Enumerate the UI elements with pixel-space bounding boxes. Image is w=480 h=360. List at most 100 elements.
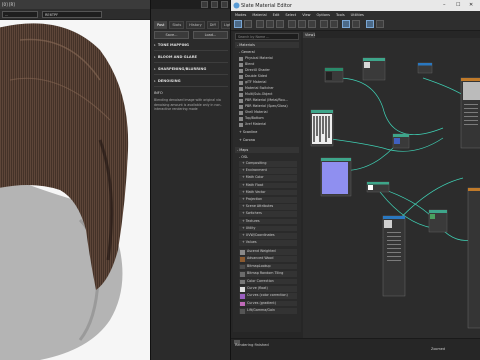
zoom-label: Zoomed	[431, 347, 446, 351]
general-material-item[interactable]: PBR Material (Spec/Gloss)	[239, 104, 297, 110]
menu-view[interactable]: View	[302, 11, 310, 18]
node-normal-map	[320, 157, 352, 197]
material-map-browser-icon[interactable]	[342, 20, 350, 28]
editor-menu-bar: Modes Material Edit Select View Options …	[231, 11, 480, 18]
editor-title: Slate Material Editor	[241, 3, 292, 9]
osl-group-item[interactable]: + Switchers	[239, 211, 297, 218]
menu-modes[interactable]: Modes	[235, 11, 246, 18]
preset-dropdown[interactable]: ...	[2, 11, 38, 18]
section-sharpening[interactable]: SHARPENING/BLURRING	[154, 67, 228, 75]
osl-group-item[interactable]: + Values	[239, 240, 297, 247]
view-dropdown[interactable]: RE6TPF	[42, 11, 102, 18]
general-material-item[interactable]: glTF Material	[239, 80, 297, 86]
editor-app-icon	[233, 2, 240, 9]
node-physical-material	[460, 77, 480, 149]
scanline-group[interactable]: + Scanline	[237, 129, 299, 135]
map-item[interactable]: Lift/Gamma/Gain	[239, 308, 297, 315]
general-material-item[interactable]: Material Switcher	[239, 86, 297, 92]
osl-group-item[interactable]: + Compositing	[239, 161, 297, 168]
settings-pin-button[interactable]	[201, 1, 208, 8]
osl-group-item[interactable]: + Utility	[239, 225, 297, 233]
osl-group-item[interactable]: + Math Float	[239, 182, 297, 190]
load-button[interactable]: Load...	[193, 31, 228, 39]
render-settings-panel: Post Stats History Diff Lightmix Save...…	[150, 0, 243, 360]
menu-options[interactable]: Options	[317, 11, 331, 18]
section-denoising[interactable]: DENOISING	[154, 79, 228, 87]
show-map-icon[interactable]	[298, 20, 306, 28]
general-material-item[interactable]: DirectX Shader	[239, 68, 297, 74]
delete-icon[interactable]	[266, 20, 274, 28]
tab-history[interactable]: History	[186, 21, 205, 29]
pan-tool-icon[interactable]	[244, 20, 252, 28]
menu-select[interactable]: Select	[285, 11, 296, 18]
info-text: Blending denoised image with original vi…	[154, 98, 222, 112]
layout-all-icon[interactable]	[320, 20, 328, 28]
tab-stats[interactable]: Stats	[169, 21, 185, 29]
general-material-item[interactable]: Blend	[239, 62, 297, 68]
close-button[interactable]: ✕	[469, 2, 473, 8]
menu-utilities[interactable]: Utilities	[351, 11, 364, 18]
node-view-canvas[interactable]	[303, 38, 480, 338]
maximize-button[interactable]: ☐	[456, 2, 460, 8]
map-item[interactable]: Bitmap Random Tiling	[239, 271, 297, 278]
editor-toolbar	[231, 18, 480, 31]
map-item[interactable]: Ascend Weighted	[239, 249, 297, 256]
node-graph	[310, 57, 480, 329]
osl-group-item[interactable]: + Textures	[239, 218, 297, 226]
layout-children-icon[interactable]	[330, 20, 338, 28]
general-material-item[interactable]: Shell Material	[239, 110, 297, 116]
slate-material-editor: Slate Material Editor – ☐ ✕ Modes Materi…	[230, 0, 480, 360]
tab-post[interactable]: Post	[154, 21, 168, 29]
settings-tabs: Post Stats History Diff Lightmix	[151, 21, 243, 29]
grid-view-icon[interactable]	[366, 20, 374, 28]
node-white-color	[366, 181, 390, 193]
settings-menu-button[interactable]	[211, 1, 218, 8]
render-image	[0, 20, 150, 360]
viewport-title-bar: [0] [R]	[0, 0, 150, 9]
general-material-item[interactable]: Multi/Sub-Object	[239, 92, 297, 98]
osl-group-item[interactable]: + Scene Attributes	[239, 204, 297, 211]
node-right-material	[467, 187, 480, 329]
parameter-editor-icon[interactable]	[352, 20, 360, 28]
map-item[interactable]: Curve (float)	[239, 286, 297, 293]
general-material-item[interactable]: Top/Bottom	[239, 116, 297, 122]
browser-search-input[interactable]: Search by Name ...	[235, 33, 299, 40]
settings-title-bar	[151, 0, 231, 9]
menu-material[interactable]: Material	[252, 11, 266, 18]
section-bloom-glare[interactable]: BLOOM AND GLARE	[154, 55, 228, 63]
map-item[interactable]: Curves (color correction)	[239, 293, 297, 300]
show-background-icon[interactable]	[308, 20, 316, 28]
osl-group-item[interactable]: + Projection	[239, 197, 297, 204]
menu-tools[interactable]: Tools	[336, 11, 345, 18]
list-view-icon[interactable]	[376, 20, 384, 28]
general-material-item[interactable]: Physical Material	[239, 56, 297, 62]
osl-group-item[interactable]: + Environment	[239, 168, 297, 175]
hide-unused-icon[interactable]	[288, 20, 296, 28]
node-color-correction	[362, 57, 386, 81]
general-material-item[interactable]: Xref Material	[239, 122, 297, 128]
general-group[interactable]: - General	[237, 49, 299, 55]
move-children-icon[interactable]	[276, 20, 284, 28]
materials-category[interactable]: - Materials	[235, 42, 299, 48]
map-item[interactable]: Curves (gradient)	[239, 300, 297, 308]
maps-category[interactable]: - Maps	[235, 147, 299, 153]
minimize-button[interactable]: –	[443, 2, 446, 8]
general-material-item[interactable]: Double Sided	[239, 74, 297, 80]
corona-group[interactable]: + Corona	[237, 137, 299, 143]
general-material-item[interactable]: PBR Material (Metal/Rou...	[239, 98, 297, 104]
settings-close-button[interactable]	[221, 1, 228, 8]
select-tool-icon[interactable]	[234, 20, 242, 28]
viewport-toolbar: ... RE6TPF	[0, 9, 150, 20]
save-button[interactable]: Save...	[154, 31, 189, 39]
map-item[interactable]: BitmapLookup	[239, 263, 297, 271]
osl-group-item[interactable]: + UVW/Coordinates	[239, 233, 297, 240]
assign-material-icon[interactable]	[256, 20, 264, 28]
osl-group[interactable]: - OSL	[237, 154, 299, 160]
map-item[interactable]: Color Correction	[239, 278, 297, 286]
section-tone-mapping[interactable]: TONE MAPPING	[154, 43, 228, 51]
osl-group-item[interactable]: + Math Vector	[239, 189, 297, 197]
menu-edit[interactable]: Edit	[273, 11, 280, 18]
map-item[interactable]: Advanced Wood	[239, 256, 297, 263]
osl-group-item[interactable]: + Math Color	[239, 175, 297, 182]
tab-diff[interactable]: Diff	[206, 21, 219, 29]
